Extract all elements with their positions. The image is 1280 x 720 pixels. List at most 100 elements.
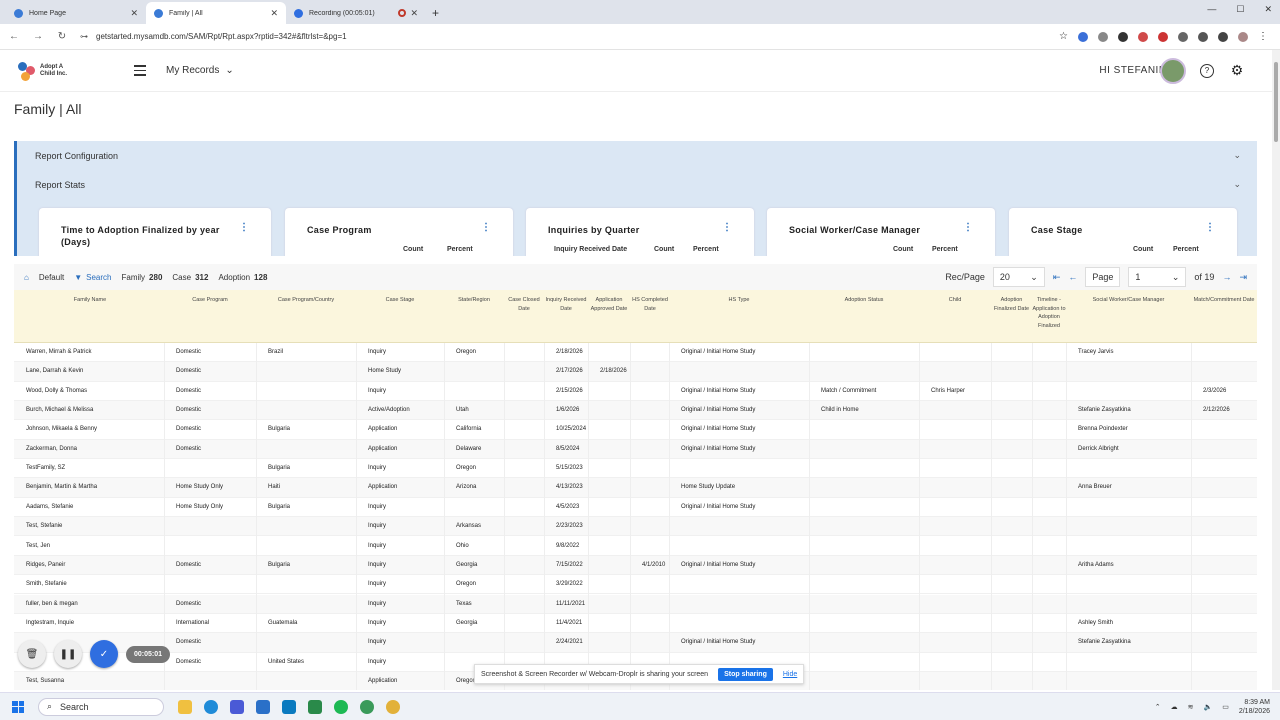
site-info-icon[interactable]: ⊶ — [80, 32, 88, 41]
extension-icon[interactable] — [1078, 31, 1088, 42]
column-header[interactable]: Adoption Status — [809, 296, 919, 305]
app-icon[interactable] — [282, 699, 296, 714]
column-header[interactable]: Case Closed Date — [504, 296, 544, 313]
user-avatar[interactable] — [1160, 57, 1186, 84]
new-tab-icon[interactable]: + — [432, 6, 439, 20]
reload-icon[interactable]: ↻ — [52, 31, 72, 42]
bookmark-star-icon[interactable]: ☆ — [1059, 31, 1068, 42]
volume-icon[interactable]: 🔈 — [1204, 703, 1213, 711]
help-icon[interactable]: ? — [1200, 63, 1214, 78]
column-header[interactable]: Inquiry Received Date — [544, 296, 588, 313]
minimize-icon[interactable]: — — [1207, 4, 1216, 15]
table-row[interactable]: Ingtestram, Inquie International Guatemala… — [14, 614, 1257, 634]
table-row[interactable]: Burch, Michael & Melissa Domestic Active/A… — [14, 401, 1257, 421]
table-row[interactable]: Smith, Stefanie Inquiry Oregon 3/29/2022 — [14, 575, 1257, 595]
table-row[interactable]: Domestic Inquiry 2/24/2021 Original / Initi… — [14, 633, 1257, 653]
trash-icon[interactable]: 🗑 — [18, 640, 46, 668]
gear-icon[interactable]: ⚙ — [1230, 62, 1244, 78]
last-page-icon[interactable]: ⇥ — [1239, 272, 1247, 283]
back-icon[interactable]: ← — [4, 31, 24, 42]
cloud-icon[interactable]: ☁ — [1171, 703, 1178, 711]
table-row[interactable]: Benjamin, Martin & Martha Home Study Only… — [14, 478, 1257, 498]
table-row[interactable]: Warren, Mirrah & Patrick Domestic Brazil In… — [14, 343, 1257, 363]
close-icon[interactable]: ✕ — [270, 8, 278, 19]
chevron-down-icon[interactable]: ⌄ — [1233, 179, 1241, 190]
first-page-icon[interactable]: ⇤ — [1053, 272, 1061, 283]
chrome-icon[interactable] — [386, 699, 400, 714]
extension-icon[interactable] — [1158, 31, 1168, 42]
close-icon[interactable]: ✕ — [130, 8, 138, 19]
url-field[interactable]: ⊶ getstarted.mysamdb.com/SAM/Rpt/Rpt.asp… — [80, 32, 1059, 41]
column-header[interactable]: Application Approved Date — [588, 296, 630, 313]
column-header[interactable]: Adoption Finalized Date — [991, 296, 1032, 313]
excel-icon[interactable] — [308, 699, 322, 714]
page-select[interactable]: 1 ⌄ — [1128, 267, 1187, 287]
app-icon[interactable] — [360, 699, 374, 714]
extension-icon[interactable] — [1118, 31, 1128, 42]
stop-sharing-button[interactable]: Stop sharing — [718, 667, 773, 681]
column-header[interactable]: Case Program — [164, 296, 256, 305]
wifi-icon[interactable]: ≋ — [1188, 703, 1194, 711]
chevron-down-icon[interactable]: ⌄ — [1233, 150, 1241, 161]
battery-icon[interactable]: ▭ — [1222, 703, 1229, 711]
column-header[interactable]: Timeline - Application to Adoption Final… — [1032, 296, 1066, 330]
column-header[interactable]: Family Name — [14, 296, 166, 305]
forward-icon[interactable]: → — [28, 31, 48, 42]
table-row[interactable]: Zackerman, Donna Domestic Application Delaw… — [14, 439, 1257, 460]
cast-icon[interactable] — [1198, 31, 1208, 42]
close-window-icon[interactable]: ✕ — [1264, 4, 1272, 15]
hide-link[interactable]: Hide — [783, 671, 797, 678]
table-row[interactable]: TestFamily, SZ Bulgaria Inquiry Oregon 5/15/… — [14, 459, 1257, 479]
column-header[interactable]: Case Stage — [356, 296, 444, 305]
column-header[interactable]: Social Worker/Case Manager — [1066, 296, 1191, 305]
maximize-icon[interactable]: ☐ — [1236, 4, 1244, 15]
report-stats-toggle[interactable]: Report Stats — [35, 180, 85, 190]
page-scrollbar[interactable] — [1272, 50, 1280, 690]
search-button[interactable]: ▼ Search — [74, 273, 111, 282]
browser-menu-icon[interactable]: ⋮ — [1258, 31, 1268, 42]
edge-icon[interactable] — [204, 699, 218, 714]
column-header[interactable]: Case Program/Country — [256, 296, 356, 305]
windows-start-icon[interactable] — [12, 700, 24, 713]
tab-search-icon[interactable] — [1218, 31, 1228, 42]
card-menu-icon[interactable]: ⋮ — [722, 222, 732, 233]
clock[interactable]: 8:39 AM 2/18/2026 — [1239, 698, 1270, 716]
extension-icon[interactable] — [1138, 31, 1148, 42]
card-menu-icon[interactable]: ⋮ — [963, 222, 973, 233]
next-page-icon[interactable]: → — [1222, 272, 1231, 282]
column-header[interactable]: Child — [919, 296, 991, 305]
table-row[interactable]: Test, Jen Inquiry Ohio 9/8/2022 — [14, 537, 1257, 556]
profile-avatar-icon[interactable] — [1238, 31, 1248, 42]
home-icon[interactable]: ⌂ — [24, 273, 29, 282]
hamburger-menu-icon[interactable] — [134, 65, 146, 76]
card-menu-icon[interactable]: ⋮ — [239, 222, 249, 233]
card-menu-icon[interactable]: ⋮ — [1205, 222, 1215, 233]
column-header[interactable]: HS Type — [669, 296, 809, 305]
table-row[interactable]: Wood, Dolly & Thomas Domestic Inquiry 2/15/… — [14, 382, 1257, 401]
extensions-puzzle-icon[interactable] — [1178, 31, 1188, 42]
table-row[interactable]: Test, Stefanie Inquiry Arkansas 2/23/2023 — [14, 517, 1257, 537]
report-configuration-toggle[interactable]: Report Configuration — [35, 151, 118, 161]
column-header[interactable]: Match/Commitment Date — [1191, 296, 1257, 305]
default-view-button[interactable]: Default — [39, 273, 64, 282]
app-icon[interactable] — [256, 699, 270, 714]
finish-recording-button[interactable]: ✓ — [90, 640, 118, 668]
column-header[interactable]: HS Completed Date — [630, 296, 670, 313]
table-row[interactable]: fuller, ben & megan Domestic Inquiry Texas 1… — [14, 594, 1257, 614]
column-header[interactable]: State/Region — [444, 296, 504, 305]
rec-per-page-select[interactable]: 20 ⌄ — [992, 267, 1045, 287]
file-explorer-icon[interactable] — [178, 699, 192, 714]
previous-page-icon[interactable]: ← — [1068, 272, 1077, 282]
chevron-up-icon[interactable]: ⌃ — [1155, 703, 1161, 711]
table-row[interactable]: Johnson, Mikaela & Benny Domestic Bulgaria… — [14, 420, 1257, 440]
tab-family-all[interactable]: Family | All ✕ — [146, 2, 286, 24]
taskbar-search[interactable]: ⌕ Search — [38, 697, 164, 716]
pause-icon[interactable]: ❚❚ — [54, 640, 82, 668]
close-icon[interactable]: ✕ — [410, 8, 418, 19]
table-row[interactable]: Lane, Darrah & Kevin Domestic Home Study 2/… — [14, 362, 1257, 382]
tab-recording[interactable]: Recording (00:05:01) ✕ — [286, 2, 426, 24]
spotify-icon[interactable] — [334, 699, 348, 714]
card-menu-icon[interactable]: ⋮ — [481, 222, 491, 233]
table-row[interactable]: Aadams, Stefanie Home Study Only Bulgaria I… — [14, 498, 1257, 518]
extension-icon[interactable] — [1098, 31, 1108, 42]
